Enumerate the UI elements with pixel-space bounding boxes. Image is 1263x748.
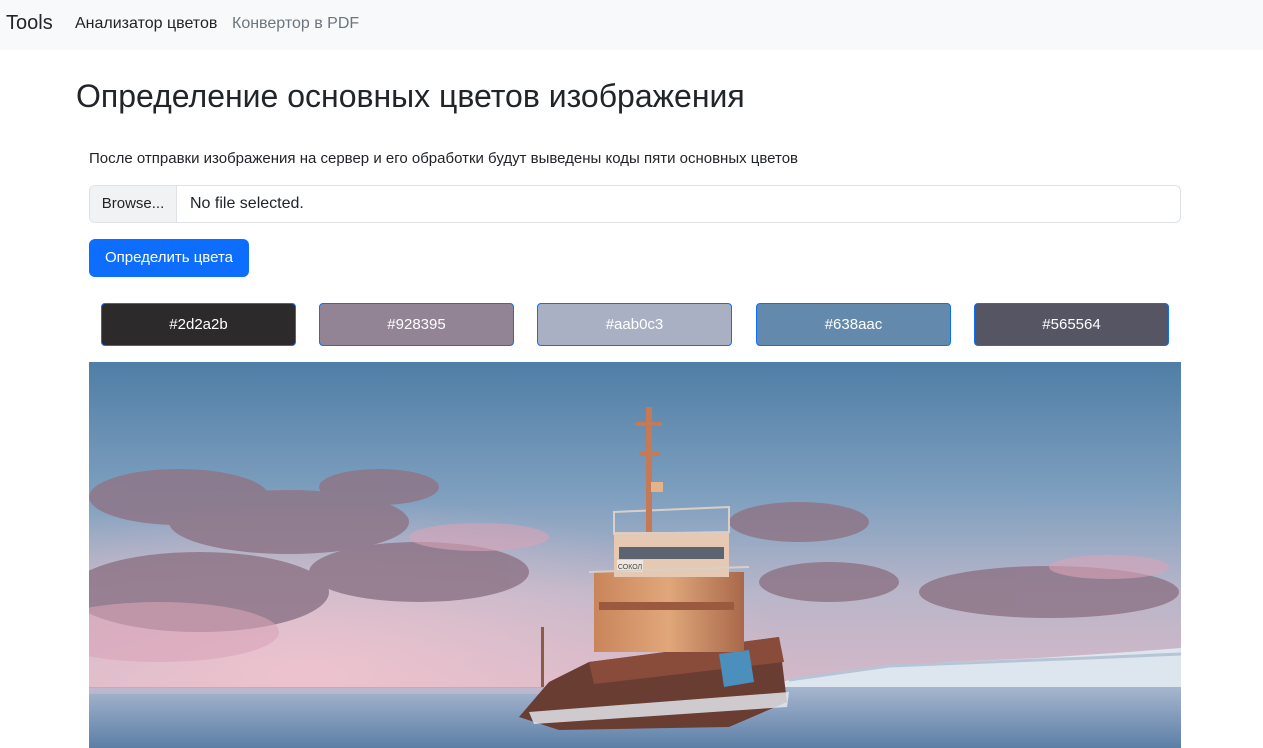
page-description: После отправки изображения на сервер и е…: [89, 150, 799, 167]
color-swatch[interactable]: #2d2a2b: [101, 303, 296, 346]
page-title: Определение основных цветов изображения: [76, 78, 745, 114]
brand-logo[interactable]: Tools: [6, 12, 53, 35]
detect-colors-button[interactable]: Определить цвета: [89, 239, 249, 277]
shipwreck-photo: СОКОЛ: [89, 362, 1181, 748]
file-input[interactable]: Browse... No file selected.: [89, 185, 1181, 223]
file-status-text: No file selected.: [190, 195, 304, 212]
color-swatch[interactable]: #638aac: [756, 303, 951, 346]
color-swatch[interactable]: #928395: [319, 303, 514, 346]
uploaded-image: СОКОЛ: [89, 362, 1181, 748]
nav-link-color-analyzer[interactable]: Анализатор цветов: [75, 15, 217, 33]
browse-button[interactable]: Browse...: [90, 186, 177, 222]
color-swatch[interactable]: #aab0c3: [537, 303, 732, 346]
navbar: Tools Анализатор цветов Конвертор в PDF: [0, 0, 1263, 50]
nav-link-pdf-converter[interactable]: Конвертор в PDF: [232, 15, 359, 33]
color-swatch[interactable]: #565564: [974, 303, 1169, 346]
